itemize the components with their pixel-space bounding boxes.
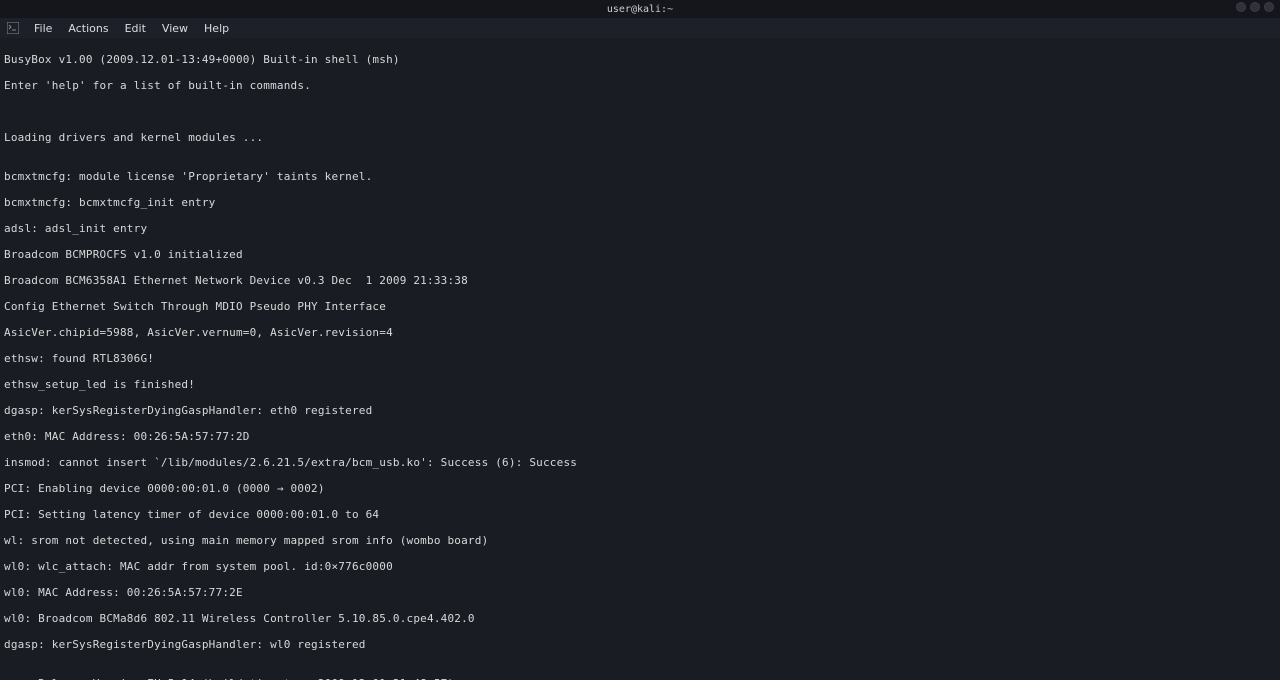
output-line: AsicVer.chipid=5988, AsicVer.vernum=0, A… (4, 326, 1276, 339)
output-line: Loading drivers and kernel modules ... (4, 131, 1276, 144)
window-controls (1236, 2, 1274, 12)
menu-view[interactable]: View (154, 20, 196, 37)
menu-help[interactable]: Help (196, 20, 237, 37)
output-line: ethsw_setup_led is finished! (4, 378, 1276, 391)
window-title: user@kali:~ (607, 4, 673, 15)
output-line: ethsw: found RTL8306G! (4, 352, 1276, 365)
menu-file[interactable]: File (26, 20, 60, 37)
menu-edit[interactable]: Edit (117, 20, 154, 37)
output-line: BusyBox v1.00 (2009.12.01-13:49+0000) Bu… (4, 53, 1276, 66)
output-line: PCI: Setting latency timer of device 000… (4, 508, 1276, 521)
output-line: Config Ethernet Switch Through MDIO Pseu… (4, 300, 1276, 313)
output-line: bcmxtmcfg: module license 'Proprietary' … (4, 170, 1276, 183)
output-line: wl: srom not detected, using main memory… (4, 534, 1276, 547)
output-line: dgasp: kerSysRegisterDyingGaspHandler: w… (4, 638, 1276, 651)
output-line: wl0: MAC Address: 00:26:5A:57:77:2E (4, 586, 1276, 599)
output-line: adsl: adsl_init entry (4, 222, 1276, 235)
menu-bar: File Actions Edit View Help (0, 18, 1280, 38)
output-line: dgasp: kerSysRegisterDyingGaspHandler: e… (4, 404, 1276, 417)
output-line: wl0: Broadcom BCMa8d6 802.11 Wireless Co… (4, 612, 1276, 625)
output-line: wl0: wlc_attach: MAC addr from system po… (4, 560, 1276, 573)
window-titlebar: user@kali:~ (0, 0, 1280, 18)
output-line: insmod: cannot insert `/lib/modules/2.6.… (4, 456, 1276, 469)
output-line: eth0: MAC Address: 00:26:5A:57:77:2D (4, 430, 1276, 443)
output-line: Enter 'help' for a list of built-in comm… (4, 79, 1276, 92)
output-line: Broadcom BCM6358A1 Ethernet Network Devi… (4, 274, 1276, 287)
output-line: Broadcom BCMPROCFS v1.0 initialized (4, 248, 1276, 261)
output-line: bcmxtmcfg: bcmxtmcfg_init entry (4, 196, 1276, 209)
menu-actions[interactable]: Actions (60, 20, 116, 37)
terminal-output[interactable]: BusyBox v1.00 (2009.12.01-13:49+0000) Bu… (0, 38, 1280, 680)
output-line: PCI: Enabling device 0000:00:01.0 (0000 … (4, 482, 1276, 495)
close-button[interactable] (1264, 2, 1274, 12)
minimize-button[interactable] (1236, 2, 1246, 12)
terminal-icon (6, 21, 20, 35)
maximize-button[interactable] (1250, 2, 1260, 12)
